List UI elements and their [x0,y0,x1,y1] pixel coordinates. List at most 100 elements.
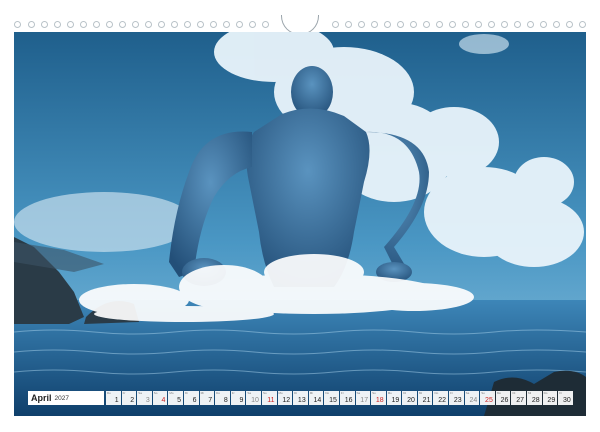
day-cells: Do 1 Fr 2 Sa 3 So 4 Mo 5 Di 6 Mi 7 Do 8 Fr 9 Sa 10 So 11 Mo 12 D… [106,391,573,405]
day-number: 6 [192,397,197,404]
day-cell: Fr 23 [449,391,464,405]
binding-hole [423,21,430,28]
day-of-week: Sa [356,391,361,395]
day-number: 22 [438,397,447,404]
binding-hole [80,21,87,28]
day-of-week: Mi [309,391,313,395]
binding-hole [410,21,417,28]
day-number: 29 [547,397,556,404]
day-number: 14 [313,397,322,404]
day-cell: So 11 [261,391,277,405]
day-number: 25 [485,397,493,404]
day-number: 20 [407,397,415,404]
binding-hole [397,21,404,28]
day-cell: Fr 2 [121,391,137,405]
binding-hole [145,21,152,28]
month-label-box: April 2027 [28,391,104,405]
binding-hole [14,21,21,28]
day-cell: Mi 28 [527,391,542,405]
binding-hole [358,21,365,28]
binding-hole [106,21,113,28]
binding-hole [449,21,456,28]
binding-hole [223,21,230,28]
binding-hole [132,21,139,28]
day-cell: Sa 17 [355,391,371,405]
binding-hole [475,21,482,28]
binding-hole [171,21,178,28]
day-cell: Di 20 [402,391,417,405]
day-of-week: So [153,391,158,395]
day-number: 21 [422,397,431,404]
month-year: 2027 [54,394,69,402]
binding-hole [553,21,560,28]
day-cell: Di 6 [183,391,199,405]
day-number: 13 [297,397,306,404]
binding-hole [184,21,191,28]
day-of-week: Sa [138,391,142,395]
day-number: 3 [145,397,150,404]
binding-hole [345,21,352,28]
binding-hole [210,21,217,28]
day-number: 1 [114,397,119,404]
day-cell: Fr 30 [558,391,573,405]
day-of-week: Fr [559,391,563,395]
day-of-week: Do [434,391,439,395]
day-of-week: Fr [450,391,453,395]
binding-hole [579,21,586,28]
binding-hole [384,21,391,28]
day-of-week: Di [184,391,188,395]
binding-hole [236,21,243,28]
binding-hole [54,21,61,28]
binding-hole [488,21,495,28]
day-number: 27 [516,397,525,404]
day-cell: Do 29 [542,391,558,405]
binding-hole [262,21,269,28]
day-cell: Sa 24 [464,391,480,405]
day-of-week: Do [216,391,220,395]
calendar-strip: April 2027 Do 1 Fr 2 Sa 3 So 4 Mo 5 Di 6 Mi 7 Do 8 Fr 9 Sa… [28,390,573,406]
binding-hole [119,21,126,28]
day-of-week: Mo [169,391,174,395]
day-number: 2 [130,397,135,404]
day-of-week: Mo [278,391,283,395]
binding-hole [93,21,100,28]
day-number: 10 [251,397,259,404]
day-cell: Mi 14 [308,391,324,405]
day-number: 30 [563,397,571,404]
binding-hole [527,21,534,28]
day-cell: Sa 3 [137,391,152,405]
binding-hole [371,21,378,28]
day-cell: Mo 12 [277,391,293,405]
day-number: 26 [500,397,509,404]
day-cell: Sa 10 [246,391,261,405]
day-of-week: Sa [465,391,470,395]
day-of-week: Do [325,391,330,395]
binding-hole [67,21,74,28]
day-cell: Mi 7 [199,391,215,405]
day-of-week: Mi [528,391,532,395]
binding-hole [540,21,547,28]
day-number: 11 [267,397,275,404]
calendar-photo [14,32,586,416]
day-of-week: Do [107,391,111,395]
binding-hole [249,21,256,28]
day-number: 5 [177,397,181,404]
day-cell: Fr 9 [230,391,246,405]
day-cell: Mo 26 [495,391,511,405]
day-cell: Mi 21 [417,391,433,405]
day-number: 16 [344,397,353,404]
day-cell: So 4 [152,391,168,405]
day-number: 9 [239,397,244,404]
day-number: 28 [531,397,540,404]
binding-hole [462,21,469,28]
binding-hole [28,21,35,28]
day-number: 12 [282,397,291,404]
day-of-week: Mi [200,391,204,395]
month-name: April [31,393,52,403]
day-of-week: Do [543,391,548,395]
day-cell: Di 13 [293,391,308,405]
day-of-week: Mo [496,391,502,395]
day-of-week: Di [403,391,407,395]
binding-hole [436,21,443,28]
day-cell: Di 27 [511,391,527,405]
